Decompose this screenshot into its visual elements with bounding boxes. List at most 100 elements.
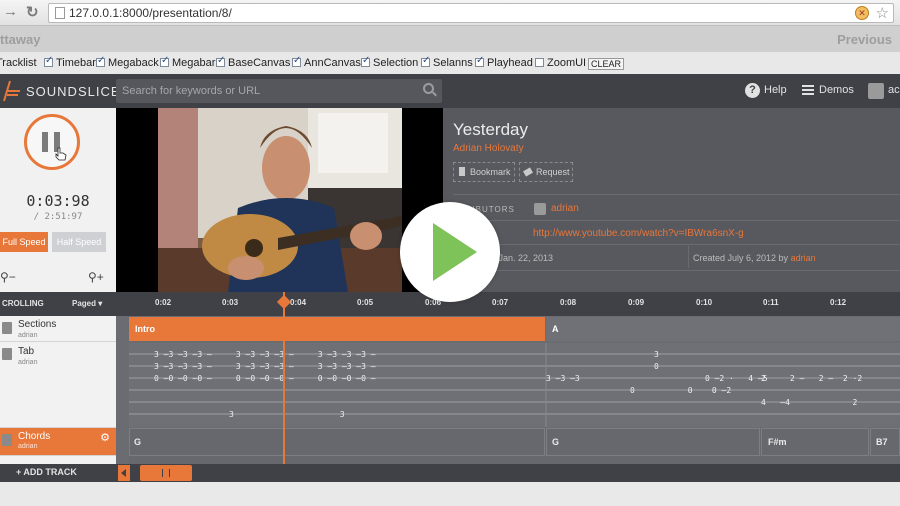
pause-bar xyxy=(42,132,48,152)
toggle-label: Selanns xyxy=(433,57,473,69)
toggle-playhead[interactable]: Playhead xyxy=(475,55,533,69)
toggle-megaback[interactable]: Megaback xyxy=(96,55,159,69)
search-input[interactable]: Search for keywords or URL xyxy=(116,79,442,103)
avatar xyxy=(2,348,12,360)
prev-slide-link[interactable]: ttaway xyxy=(0,32,40,47)
contributor-link[interactable]: adrian xyxy=(551,203,579,214)
video-url-link[interactable]: http://www.youtube.com/watch?v=IBWra6snX… xyxy=(533,228,744,239)
timeline-scrollbar-thumb[interactable] xyxy=(140,465,192,481)
checkbox[interactable] xyxy=(361,55,370,67)
zoom-in-button[interactable]: ⚲+ xyxy=(88,270,104,284)
total-time: / 2:51:97 xyxy=(33,212,83,222)
track-user: adrian xyxy=(18,443,38,450)
playhead-line[interactable] xyxy=(283,292,285,464)
avatar[interactable] xyxy=(534,203,546,215)
time-tick: 0:08 xyxy=(560,298,577,307)
presentation-nav: ttaway Previous xyxy=(0,26,900,52)
reload-icon[interactable]: ↻ xyxy=(26,3,39,21)
section-a[interactable]: A xyxy=(546,317,900,341)
bookmark-label: Bookmark xyxy=(470,167,511,177)
chord-label: G xyxy=(134,437,142,447)
request-button[interactable]: Request xyxy=(519,162,573,182)
half-speed-button[interactable]: Half Speed xyxy=(52,232,106,252)
time-tick: 0:02 xyxy=(155,298,172,307)
toggle-tracklist[interactable]: Tracklist xyxy=(0,57,37,69)
toggle-basecanvas[interactable]: BaseCanvas xyxy=(216,55,290,69)
play-icon xyxy=(433,223,477,281)
extension-icon[interactable]: ✕ xyxy=(855,6,869,20)
toggle-label: ZoomUI xyxy=(547,57,587,69)
browser-toolbar: → ↻ 127.0.0.1:8000/presentation/8/ ✕ ☆ xyxy=(0,0,900,26)
user-name[interactable]: ac xyxy=(888,84,900,96)
checkbox[interactable] xyxy=(475,55,484,67)
help-link[interactable]: Help xyxy=(764,84,787,96)
scrolling-mode-label[interactable]: CROLLING xyxy=(2,299,44,308)
soundslice-logo-icon[interactable] xyxy=(2,79,22,103)
section-label: A xyxy=(552,324,559,334)
checkbox[interactable] xyxy=(160,55,169,67)
checkbox[interactable] xyxy=(216,55,225,67)
chord-cell[interactable] xyxy=(129,428,545,456)
pause-button[interactable] xyxy=(24,114,80,170)
toggle-timebar[interactable]: Timebar xyxy=(44,55,96,69)
bookmark-button[interactable]: Bookmark xyxy=(453,162,515,182)
search-icon[interactable] xyxy=(423,83,434,94)
toggle-label: Timebar xyxy=(56,57,96,69)
paged-dropdown[interactable]: Paged ▾ xyxy=(72,299,102,308)
gear-icon[interactable]: ⚙ xyxy=(100,431,110,444)
chord-label: F#m xyxy=(768,437,787,447)
clear-button[interactable]: CLEAR xyxy=(588,58,625,70)
toggle-megabar[interactable]: Megabar xyxy=(160,55,216,69)
time-tick: 0:12 xyxy=(830,298,847,307)
time-tick: 0:10 xyxy=(696,298,713,307)
request-label: Request xyxy=(536,167,570,177)
scroll-left-button[interactable] xyxy=(118,465,130,481)
tab-line: 3 3 xyxy=(229,410,345,419)
tab-line: 3 —3 —3 0 —2 · 4 –5 xyxy=(546,374,768,383)
tab-line: 0 —0 —0 —0 — 0 —0 —0 —0 — 0 —0 —0 —0 — xyxy=(154,374,376,383)
checkbox[interactable] xyxy=(535,58,544,67)
created-by-link[interactable]: adrian xyxy=(791,253,816,263)
search-placeholder: Search for keywords or URL xyxy=(122,85,261,97)
toggle-label: Megabar xyxy=(172,57,216,69)
avatar[interactable] xyxy=(868,83,884,99)
demos-link[interactable]: Demos xyxy=(819,84,854,96)
divider xyxy=(688,246,689,268)
updated-date: d Jan. 22, 2013 xyxy=(491,253,554,263)
toggle-anncanvas[interactable]: AnnCanvas xyxy=(292,55,361,69)
track-sections[interactable]: Sections adrian xyxy=(0,316,116,342)
back-arrow-icon[interactable]: → xyxy=(3,3,18,20)
track-chords[interactable]: Chords adrian ⚙ xyxy=(0,428,116,456)
tab-numbers: 3 —3 —3 —3 — 3 —3 —3 —3 — 3 —3 —3 —3 — 3… xyxy=(116,343,900,427)
toggle-label: Selection xyxy=(373,57,419,69)
track-tab[interactable]: Tab adrian xyxy=(0,342,116,428)
bookmark-star-icon[interactable]: ☆ xyxy=(876,4,889,22)
toggle-zoomui[interactable]: ZoomUI xyxy=(535,57,586,69)
video-player[interactable] xyxy=(116,108,443,292)
checkbox[interactable] xyxy=(44,55,53,67)
menu-icon[interactable] xyxy=(802,85,814,95)
current-time: 0:03:98 xyxy=(26,192,90,210)
track-title: Chords xyxy=(18,431,51,442)
checkbox[interactable] xyxy=(421,55,430,67)
track-user: adrian xyxy=(18,359,38,366)
chord-cell[interactable] xyxy=(546,428,760,456)
toggle-selanns[interactable]: Selanns xyxy=(421,55,473,69)
grip-icon xyxy=(162,469,170,477)
add-track-button[interactable]: + ADD TRACK xyxy=(16,467,77,477)
brand-name[interactable]: SOUNDSLICE xyxy=(26,84,121,99)
avatar xyxy=(2,434,12,446)
checkbox[interactable] xyxy=(292,55,301,67)
previous-link[interactable]: Previous xyxy=(837,32,892,47)
zoom-out-button[interactable]: ⚲− xyxy=(0,270,16,284)
chord-label: B7 xyxy=(876,437,888,447)
toggle-selection[interactable]: Selection xyxy=(361,55,419,69)
url-text: 127.0.0.1:8000/presentation/8/ xyxy=(69,6,232,20)
video-play-overlay-button[interactable] xyxy=(400,202,500,302)
checkbox[interactable] xyxy=(96,55,105,67)
help-icon[interactable]: ? xyxy=(745,83,760,98)
section-intro[interactable]: Intro xyxy=(129,317,545,341)
full-speed-button[interactable]: Full Speed xyxy=(0,232,48,252)
address-bar[interactable]: 127.0.0.1:8000/presentation/8/ ✕ ☆ xyxy=(48,3,894,23)
artist-link[interactable]: Adrian Holovaty xyxy=(453,143,524,154)
